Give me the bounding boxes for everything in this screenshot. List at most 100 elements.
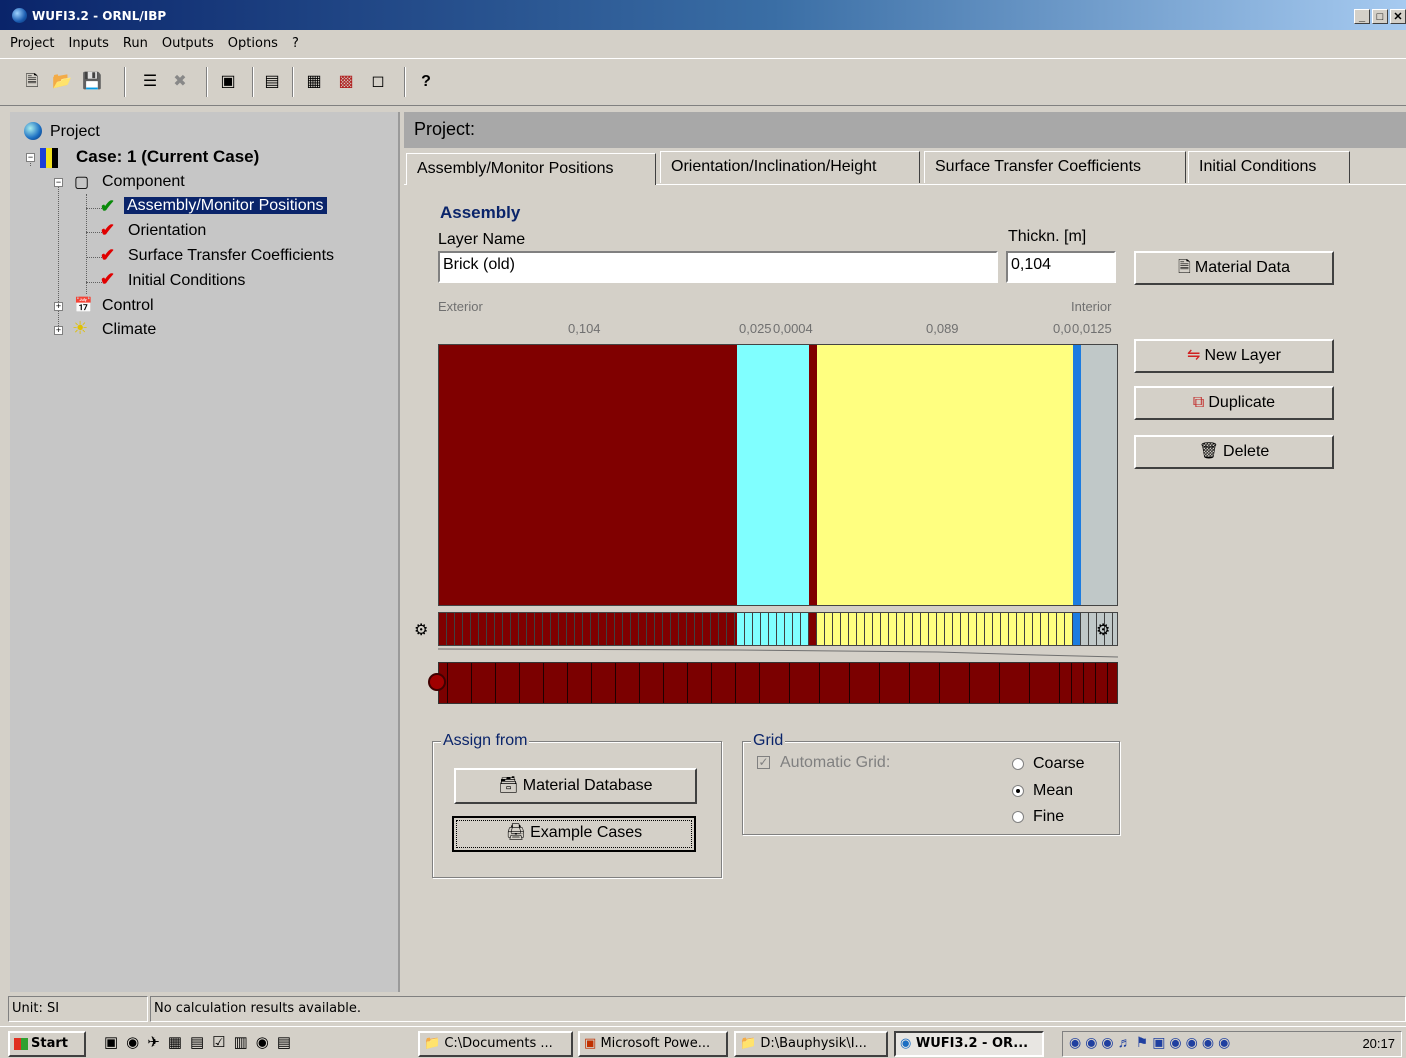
calculation-status: No calculation results available. <box>150 996 1406 1022</box>
monitor-cell-divider <box>591 663 592 703</box>
automatic-grid-checkbox[interactable]: ✓ <box>757 756 770 769</box>
example-cases-button[interactable]: 🖨 Example Cases <box>452 816 696 852</box>
quick-launch-icons[interactable]: ▣◉✈▦▤☑▥◉▤ <box>104 1033 299 1055</box>
monitor-cell-divider <box>789 663 790 703</box>
assembly-layer[interactable] <box>439 345 738 605</box>
chart-icon[interactable]: ▩ <box>336 72 356 92</box>
title-bar: WUFI3.2 - ORNL/IBP _ □ ✕ <box>0 0 1406 30</box>
task-documents[interactable]: 📁 C:\Documents ... <box>418 1031 573 1057</box>
monitor-cell-divider <box>1059 663 1060 703</box>
menu-run[interactable]: Run <box>123 36 148 51</box>
grid-coarse-radio[interactable] <box>1012 758 1024 770</box>
assembly-drawing[interactable] <box>438 344 1118 606</box>
assembly-layer[interactable] <box>1081 345 1117 605</box>
menu-outputs[interactable]: Outputs <box>162 36 214 51</box>
minimize-button[interactable]: _ <box>1354 9 1370 24</box>
tree-project[interactable]: Project <box>50 123 100 141</box>
new-file-icon[interactable]: 🗎 <box>22 72 42 92</box>
start-button[interactable]: Start <box>8 1031 86 1057</box>
menu-options[interactable]: Options <box>228 36 278 51</box>
duplicate-button[interactable]: ⧉ Duplicate <box>1134 386 1334 420</box>
monitor-cell-divider <box>1071 663 1072 703</box>
grid-layer-segment <box>808 613 818 645</box>
material-database-button[interactable]: 🗃 Material Database <box>454 768 697 804</box>
grid-mean-radio[interactable] <box>1012 785 1024 797</box>
table-icon[interactable]: ▦ <box>304 72 324 92</box>
layer-thickness-label: 0,0 <box>1053 321 1072 336</box>
task-powerpoint[interactable]: ▣ Microsoft Powe... <box>578 1031 728 1057</box>
monitor-cell-divider <box>567 663 568 703</box>
tree-case[interactable]: Case: 1 (Current Case) <box>76 147 259 167</box>
report-icon[interactable]: ▤ <box>262 72 282 92</box>
tray-icons[interactable]: ◉◉◉♬⚑▣◉◉◉◉ <box>1069 1034 1234 1051</box>
grid-layer-segment <box>439 613 738 645</box>
monitor-position-icon[interactable] <box>428 673 446 691</box>
new-layer-button[interactable]: ⇋ New Layer <box>1134 339 1334 373</box>
assembly-layer[interactable] <box>737 345 809 605</box>
grid-layer-segment <box>737 613 809 645</box>
document-icon: 🗎 <box>1177 259 1191 276</box>
add-case-icon[interactable]: ☰ <box>140 72 160 92</box>
automatic-grid-label: Automatic Grid: <box>780 754 891 771</box>
assembly-layer[interactable] <box>817 345 1073 605</box>
system-tray: ◉◉◉♬⚑▣◉◉◉◉ 20:17 <box>1062 1031 1402 1057</box>
maximize-button[interactable]: □ <box>1372 9 1388 24</box>
tree-assembly-monitor-positions[interactable]: Assembly/Monitor Positions <box>124 197 327 214</box>
example-cases-icon: 🖨 <box>505 824 527 841</box>
layer-name-input[interactable]: Brick (old) <box>438 251 998 283</box>
monitor-cell-divider <box>639 663 640 703</box>
tree-surface-transfer-coefficients[interactable]: Surface Transfer Coefficients <box>128 247 334 265</box>
collapse-component-icon[interactable]: − <box>54 178 63 187</box>
sun-icon: ☀ <box>72 318 89 338</box>
grid-fine-radio[interactable] <box>1012 811 1024 823</box>
tree-control[interactable]: Control <box>102 297 154 315</box>
save-icon[interactable]: 💾 <box>82 72 102 92</box>
monitor-cell-divider <box>687 663 688 703</box>
expand-control-icon[interactable]: + <box>54 302 63 311</box>
close-button[interactable]: ✕ <box>1390 9 1406 24</box>
tab-orientation-inclination-height[interactable]: Orientation/Inclination/Height <box>660 151 920 183</box>
assembly-layer[interactable] <box>1072 345 1082 605</box>
monitor-positions-bar[interactable] <box>438 662 1118 704</box>
thickness-input[interactable]: 0,104 <box>1006 251 1116 283</box>
monitor-cell-divider <box>519 663 520 703</box>
exterior-monitor-icon[interactable]: ⚙ <box>414 620 428 640</box>
project-header: Project: <box>404 112 1406 148</box>
layer-thickness-label: 0,025 <box>739 321 772 336</box>
run-calculation-icon[interactable]: ▣ <box>218 72 238 92</box>
monitor-cell-divider <box>879 663 880 703</box>
menu-project[interactable]: Project <box>10 36 54 51</box>
menu-help[interactable]: ? <box>292 36 299 51</box>
taskbar: Start ▣◉✈▦▤☑▥◉▤ 📁 C:\Documents ... ▣ Mic… <box>0 1026 1406 1058</box>
layer-thickness-label: 0,0125 <box>1072 321 1112 336</box>
expand-climate-icon[interactable]: + <box>54 326 63 335</box>
assembly-layer[interactable] <box>808 345 818 605</box>
window-title: WUFI3.2 - ORNL/IBP <box>32 9 167 23</box>
component-icon: ▢ <box>74 174 90 191</box>
interior-monitor-icon[interactable]: ⚙ <box>1096 620 1110 640</box>
task-bauphysik[interactable]: 📁 D:\Bauphysik\I... <box>734 1031 888 1057</box>
tree-initial-conditions[interactable]: Initial Conditions <box>128 272 245 290</box>
tab-surface-transfer-coefficients[interactable]: Surface Transfer Coefficients <box>924 151 1186 183</box>
delete-button[interactable]: 🗑 Delete <box>1134 435 1334 469</box>
menu-bar: Project Inputs Run Outputs Options ? <box>0 30 1406 56</box>
tab-initial-conditions[interactable]: Initial Conditions <box>1188 151 1350 183</box>
assign-from-group: Assign from <box>432 732 722 878</box>
monitor-cell-divider <box>849 663 850 703</box>
monitor-cell-divider <box>735 663 736 703</box>
help-icon[interactable]: ? <box>416 72 436 92</box>
presentation-icon[interactable]: ◻ <box>368 72 388 92</box>
delete-case-icon[interactable]: ✖ <box>170 72 190 92</box>
tree-orientation[interactable]: Orientation <box>128 222 206 240</box>
material-data-button[interactable]: 🗎 Material Data <box>1134 251 1334 285</box>
monitor-cell-divider <box>1107 663 1108 703</box>
grid-bar[interactable] <box>438 612 1118 646</box>
task-wufi[interactable]: ◉ WUFI3.2 - OR... <box>894 1031 1044 1057</box>
tab-assembly-monitor-positions[interactable]: Assembly/Monitor Positions <box>406 153 656 185</box>
tree-component[interactable]: Component <box>102 173 185 191</box>
open-folder-icon[interactable]: 📂 <box>52 72 72 92</box>
menu-inputs[interactable]: Inputs <box>68 36 108 51</box>
tree-climate[interactable]: Climate <box>102 321 156 339</box>
collapse-case-icon[interactable]: − <box>26 153 35 162</box>
clock: 20:17 <box>1362 1036 1395 1051</box>
